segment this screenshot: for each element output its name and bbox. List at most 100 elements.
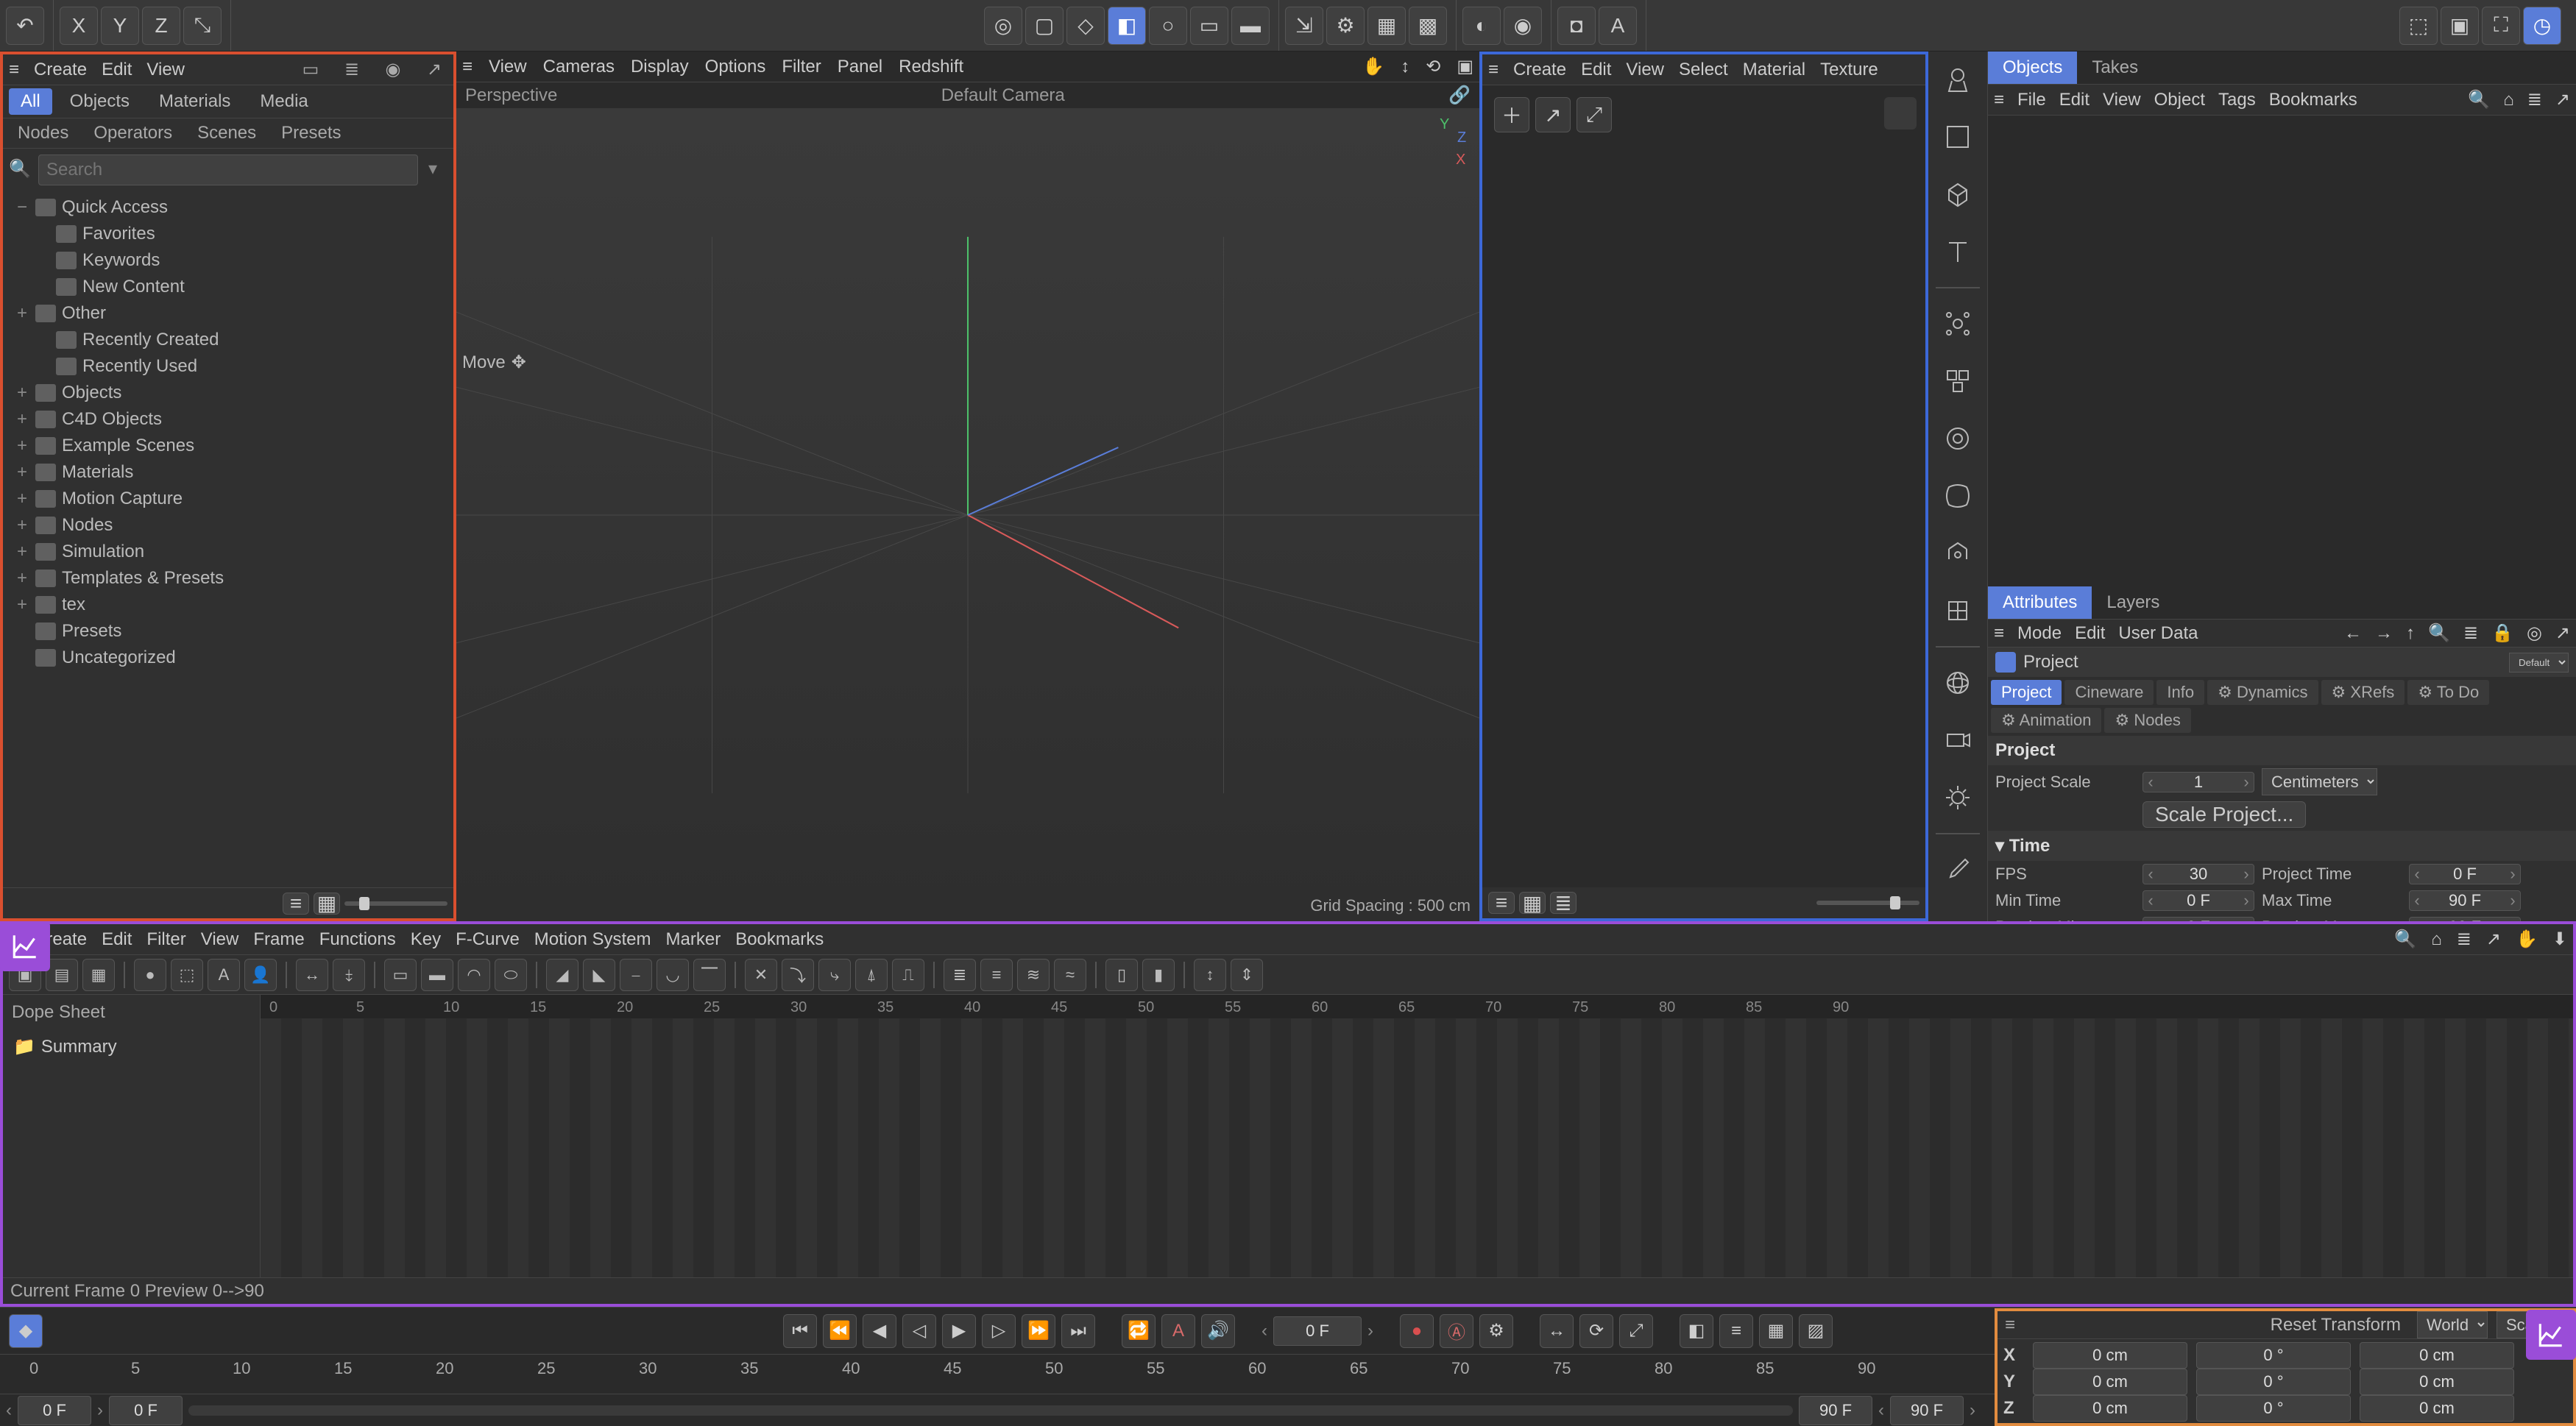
soft-sel-b-button[interactable]: ◉	[1504, 7, 1542, 45]
om-popout-icon[interactable]: ↗	[2555, 89, 2570, 110]
axis-x-button[interactable]: X	[60, 7, 98, 45]
key-rot-button[interactable]: ⟳	[1579, 1314, 1613, 1348]
xy-graph-icon[interactable]	[2526, 1310, 2576, 1360]
tree-item[interactable]: +Example Scenes	[3, 433, 453, 459]
attr-filter-icon[interactable]: ≣	[2463, 622, 2478, 644]
hamburger-icon[interactable]: ≡	[2005, 1315, 2015, 1335]
toggle-b-button[interactable]: A	[1599, 7, 1637, 45]
tab-all[interactable]: All	[9, 88, 52, 115]
tl-edit[interactable]: Edit	[102, 929, 132, 950]
rot-z-field[interactable]	[2196, 1395, 2351, 1422]
tree-item[interactable]: Favorites	[3, 221, 453, 247]
object-manager-body[interactable]	[1988, 116, 2576, 586]
tree-item[interactable]: +Materials	[3, 459, 453, 486]
timeline-tool-button[interactable]: ⎺	[693, 959, 726, 991]
range-end2-field[interactable]	[1890, 1396, 1964, 1425]
tl-key[interactable]: Key	[411, 929, 441, 950]
tl-motion[interactable]: Motion System	[534, 929, 651, 950]
attr-lock-icon[interactable]: 🔒	[2491, 622, 2513, 644]
key-pla-button[interactable]: ◧	[1680, 1314, 1713, 1348]
globe-icon[interactable]	[1936, 661, 1980, 705]
grid-snap-button[interactable]: ▩	[1409, 7, 1447, 45]
soft-sel-a-button[interactable]: ◐	[1462, 7, 1501, 45]
subtab-info[interactable]: Info	[2156, 680, 2204, 705]
vp-menu-display[interactable]: Display	[631, 57, 689, 77]
tree-item[interactable]: Uncategorized	[3, 645, 453, 671]
snap-settings-button[interactable]: ⚙	[1326, 7, 1365, 45]
nav-back-icon[interactable]: ←	[2344, 623, 2362, 644]
rot-y-field[interactable]	[2196, 1369, 2351, 1395]
expand-button[interactable]: ⤢	[1577, 97, 1612, 132]
hamburger-icon[interactable]: ≡	[1488, 60, 1498, 80]
effector-icon[interactable]	[1936, 416, 1980, 461]
attr-menu-userdata[interactable]: User Data	[2118, 623, 2198, 644]
subtab-todo[interactable]: ⚙ To Do	[2407, 680, 2489, 705]
om-file[interactable]: File	[2017, 90, 2046, 110]
timeline-tool-button[interactable]: ◡	[657, 959, 689, 991]
attr-popout-icon[interactable]: ↗	[2555, 622, 2570, 644]
window-icon[interactable]: ▭	[297, 60, 324, 80]
tl-bookmarks[interactable]: Bookmarks	[735, 929, 824, 950]
custom-axis-button[interactable]: ⤡	[183, 7, 222, 45]
hamburger-icon[interactable]: ≡	[1994, 90, 2004, 110]
camera-link-icon[interactable]: 🔗	[1448, 85, 1471, 106]
next-frame-button[interactable]: ▷	[982, 1314, 1016, 1348]
hamburger-icon[interactable]: ≡	[1994, 623, 2004, 644]
vp-menu-view[interactable]: View	[489, 57, 527, 77]
vp-menu-panel[interactable]: Panel	[838, 57, 882, 77]
tab-attributes[interactable]: Attributes	[1988, 586, 2092, 619]
render-region-button[interactable]: ⬚	[2399, 7, 2438, 45]
timeline-tool-button[interactable]: ▮	[1142, 959, 1175, 991]
coord-system-select[interactable]: World	[2417, 1311, 2488, 1338]
tl-hand-icon[interactable]: ✋	[2516, 929, 2538, 950]
tl-filter[interactable]: Filter	[146, 929, 185, 950]
tree-item[interactable]: Recently Created	[3, 327, 453, 353]
project-scale-field[interactable]: ‹›	[2142, 772, 2254, 792]
search-input[interactable]	[38, 155, 418, 185]
tab-materials[interactable]: Materials	[147, 88, 242, 115]
range-end-field[interactable]	[1799, 1396, 1872, 1425]
om-bookmarks[interactable]: Bookmarks	[2269, 90, 2357, 110]
particle-icon[interactable]	[1936, 302, 1980, 346]
tab-layers[interactable]: Layers	[2092, 586, 2174, 619]
om-edit[interactable]: Edit	[2059, 90, 2090, 110]
tree-item[interactable]: +tex	[3, 592, 453, 618]
edit-uv-button[interactable]: ↗	[1535, 97, 1571, 132]
timeline-tool-button[interactable]: ⬭	[495, 959, 527, 991]
rp-zoom-slider[interactable]	[1816, 901, 1919, 905]
layout-toggle-button[interactable]: ◷	[2523, 7, 2561, 45]
scale-project-button[interactable]: Scale Project...	[2142, 801, 2306, 828]
popout-icon[interactable]: ↗	[421, 60, 447, 80]
subtab-cineware[interactable]: Cineware	[2064, 680, 2154, 705]
rot-x-field[interactable]	[2196, 1342, 2351, 1369]
subtab-scenes[interactable]: Scenes	[188, 121, 265, 145]
range-start2-field[interactable]	[109, 1396, 183, 1425]
mesh-icon[interactable]	[1936, 589, 1980, 633]
menu-edit[interactable]: Edit	[102, 60, 132, 80]
clipboard-icon[interactable]	[1884, 97, 1917, 130]
timeline-tool-button[interactable]: ⎍	[892, 959, 924, 991]
hamburger-icon[interactable]: ≡	[462, 57, 473, 77]
tree-item[interactable]: Recently Used	[3, 353, 453, 380]
loop-button[interactable]: 🔁	[1122, 1314, 1156, 1348]
timeline-tool-button[interactable]: ⤈	[333, 959, 365, 991]
tree-item[interactable]: +C4D Objects	[3, 406, 453, 433]
axis-snap-button[interactable]: ⇲	[1285, 7, 1323, 45]
axis-gizmo[interactable]: Y X Z	[1420, 116, 1472, 168]
menu-view[interactable]: View	[146, 60, 185, 80]
rp-menu-select[interactable]: Select	[1679, 60, 1728, 80]
play-button[interactable]: ▶	[942, 1314, 976, 1348]
tree-item[interactable]: Keywords	[3, 247, 453, 274]
om-view[interactable]: View	[2103, 90, 2141, 110]
timeline-tool-button[interactable]: ⍋	[855, 959, 888, 991]
tree-item[interactable]: +Templates & Presets	[3, 565, 453, 592]
timeline-tool-button[interactable]: ⤵	[782, 959, 814, 991]
timeline-tool-button[interactable]: ▭	[384, 959, 417, 991]
tab-media[interactable]: Media	[248, 88, 319, 115]
tl-functions[interactable]: Functions	[319, 929, 396, 950]
attr-search-icon[interactable]: 🔍	[2428, 622, 2450, 644]
timeline-tool-button[interactable]: ⎯	[620, 959, 652, 991]
tree-item[interactable]: +Objects	[3, 380, 453, 406]
fps-field[interactable]: ‹›	[2142, 864, 2254, 884]
pos-x-field[interactable]	[2033, 1342, 2187, 1369]
